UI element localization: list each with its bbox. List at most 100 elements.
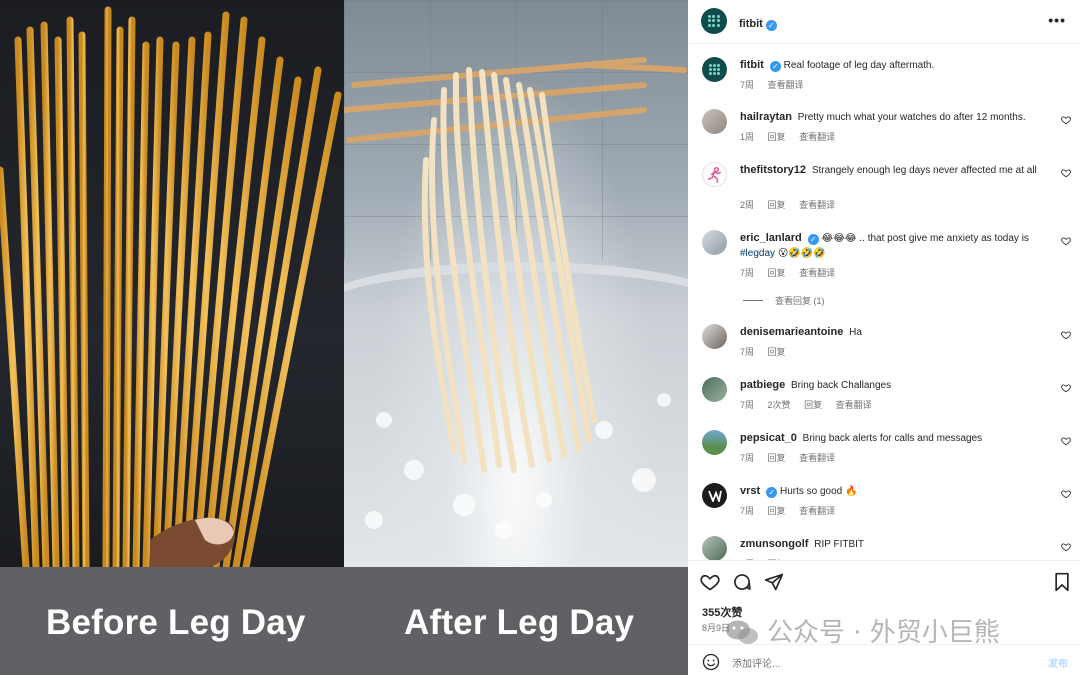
comment-text: Hurts so good 🔥	[779, 486, 858, 497]
comment-text: Pretty much what your watches do after 1…	[797, 112, 1026, 123]
comment-meta: 7周 2次赞 回复 查看翻译	[740, 398, 883, 411]
post-header: fitbit ✓ •••	[688, 0, 1080, 44]
view-replies-button[interactable]: 查看回复 (1)	[743, 294, 825, 307]
post-comment-button[interactable]: 发布	[1048, 655, 1068, 670]
divider-line	[743, 300, 763, 301]
avatar[interactable]	[702, 430, 727, 455]
comment-username[interactable]: hailraytan	[740, 111, 792, 123]
verified-icon: ✓	[765, 20, 777, 31]
verified-icon: ✓	[807, 234, 819, 245]
comment-body: pepsicat_0 Bring back alerts for calls a…	[740, 431, 1050, 446]
avatar[interactable]	[702, 324, 727, 349]
caption-meta: 7周 查看翻译	[740, 78, 815, 91]
comment-time[interactable]: 7周	[740, 506, 754, 516]
watermark: 公众号 · 外贸小巨熊	[725, 612, 1000, 649]
avatar[interactable]	[702, 162, 727, 187]
avatar[interactable]	[702, 483, 727, 508]
comment-username[interactable]: patbiege	[740, 379, 785, 391]
bookmark-icon[interactable]	[1052, 572, 1072, 592]
hashtag-link[interactable]: #legday	[740, 248, 775, 259]
like-heart-icon[interactable]	[1061, 168, 1071, 178]
translate-link[interactable]: 查看翻译	[836, 400, 872, 410]
comment-username[interactable]: thefitstory12	[740, 164, 806, 176]
like-icon[interactable]	[700, 572, 720, 592]
emoji-icon[interactable]	[702, 653, 720, 671]
reply-link[interactable]: 回复	[768, 453, 786, 463]
reply-link[interactable]: 回复	[804, 400, 822, 410]
like-heart-icon[interactable]	[1061, 436, 1071, 446]
avatar[interactable]	[702, 536, 727, 560]
add-comment-input[interactable]: 添加评论...	[732, 655, 780, 670]
comment-meta: 7周 回复 查看翻译	[740, 504, 846, 517]
comment-meta: 2周 回复 查看翻译	[740, 198, 846, 211]
avatar[interactable]	[702, 230, 727, 255]
comment-text: 😂😂😂 .. that post give me anxiety as toda…	[821, 233, 1029, 244]
comment-time[interactable]: 7周	[740, 268, 754, 278]
comment-meta: 7周 回复	[740, 345, 797, 358]
before-caption: Before Leg Day	[46, 603, 306, 642]
header-user[interactable]: fitbit ✓	[739, 14, 777, 32]
avatar[interactable]	[702, 377, 727, 402]
comment-body: zmunsongolf RIP FITBIT	[740, 537, 1050, 552]
caption-time[interactable]: 7周	[740, 80, 754, 90]
wechat-icon	[726, 620, 758, 644]
reply-link[interactable]: 回复	[768, 347, 786, 357]
comment-meta: 1周 回复 查看翻译	[740, 130, 846, 143]
comment-time[interactable]: 7周	[740, 400, 754, 410]
reply-link[interactable]: 回复	[768, 200, 786, 210]
like-heart-icon[interactable]	[1061, 489, 1071, 499]
vrst-logo-icon	[707, 489, 722, 502]
reply-link[interactable]: 回复	[768, 506, 786, 516]
reply-link[interactable]: 回复	[768, 132, 786, 142]
like-heart-icon[interactable]	[1061, 383, 1071, 393]
caption-username[interactable]: fitbit	[740, 59, 764, 71]
comment-emoji: 😮🤣🤣🤣	[777, 248, 826, 259]
comment-time[interactable]: 7周	[740, 453, 754, 463]
like-heart-icon[interactable]	[1061, 542, 1071, 552]
fitbit-avatar[interactable]	[702, 57, 727, 82]
translate-link[interactable]: 查看翻译	[799, 200, 835, 210]
like-heart-icon[interactable]	[1061, 236, 1071, 246]
translate-link[interactable]: 查看翻译	[799, 506, 835, 516]
fitbit-avatar[interactable]	[701, 8, 727, 34]
comment-text: Bring back alerts for calls and messages	[802, 433, 983, 444]
before-photo	[0, 0, 344, 567]
comment-username[interactable]: eric_lanlard	[740, 232, 802, 244]
comment-icon[interactable]	[732, 572, 752, 592]
post-media[interactable]: Before Leg Day After Leg Day	[0, 0, 688, 675]
comment-meta: 7周 回复 查看翻译	[740, 266, 846, 279]
more-options-icon[interactable]: •••	[1048, 12, 1066, 28]
translate-link[interactable]: 查看翻译	[799, 132, 835, 142]
comment-time[interactable]: 7周	[740, 347, 754, 357]
comment-username[interactable]: pepsicat_0	[740, 432, 797, 444]
comment-username[interactable]: vrst	[740, 485, 760, 497]
comment-body: eric_lanlard ✓ 😂😂😂 .. that post give me a…	[740, 231, 1050, 261]
watermark-text: 公众号 · 外贸小巨熊	[767, 618, 1000, 648]
comment-body: patbiege Bring back Challanges	[740, 378, 1050, 393]
caption-body: fitbit ✓ Real footage of leg day aftermat…	[740, 58, 1050, 73]
comment-username[interactable]: denisemarieantoine	[740, 326, 843, 338]
view-replies-label[interactable]: 查看回复 (1)	[775, 296, 825, 306]
reply-link[interactable]: 回复	[768, 268, 786, 278]
avatar[interactable]	[702, 109, 727, 134]
comment-text: Ha	[849, 327, 862, 338]
like-heart-icon[interactable]	[1061, 115, 1071, 125]
comment-body: vrst ✓ Hurts so good 🔥	[740, 484, 1050, 499]
comment-likes[interactable]: 2次赞	[768, 400, 791, 410]
comment-username[interactable]: zmunsongolf	[740, 538, 808, 550]
like-heart-icon[interactable]	[1061, 330, 1071, 340]
verified-icon: ✓	[769, 61, 781, 72]
comment-body: denisemarieantoine Ha	[740, 325, 1050, 340]
cooked-spaghetti-illustration	[344, 57, 687, 539]
post-sidebar: fitbit ✓ ••• fitbit ✓ Real footage of leg …	[688, 0, 1080, 675]
share-icon[interactable]	[764, 572, 784, 592]
comment-time[interactable]: 2周	[740, 200, 754, 210]
header-username[interactable]: fitbit	[739, 18, 763, 30]
comment-time[interactable]: 1周	[740, 132, 754, 142]
translate-link[interactable]: 查看翻译	[799, 453, 835, 463]
comment-text: Strangely enough leg days never affected…	[811, 165, 1037, 176]
translate-link[interactable]: 查看翻译	[768, 80, 804, 90]
comments-list[interactable]: fitbit ✓ Real footage of leg day aftermat…	[688, 45, 1080, 560]
comment-text: Bring back Challanges	[791, 380, 892, 391]
translate-link[interactable]: 查看翻译	[799, 268, 835, 278]
